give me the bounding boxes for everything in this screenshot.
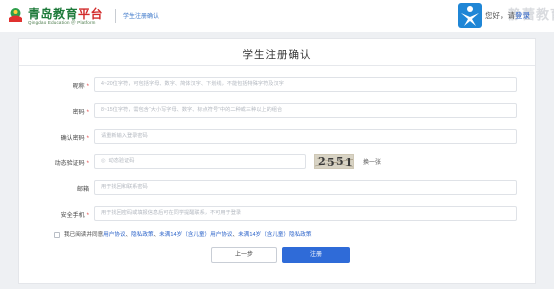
- login-prefix: 您好，请: [485, 11, 515, 20]
- required-mark: *: [86, 136, 89, 142]
- password-label-text: 密码: [72, 110, 85, 116]
- password-placeholder: 8~15位字符，需包含“大小写字母、数字、标点符号”中的二种或三种以上的组合: [101, 107, 283, 113]
- confirm-password-label-text: 确认密码: [60, 136, 85, 142]
- user-agreement-link[interactable]: 用户协议: [103, 232, 125, 238]
- email-label: 邮箱: [19, 184, 89, 193]
- phone-placeholder: 用于找回密码或填报信息后可在同学提醒联系，不可用于登录: [101, 210, 242, 216]
- login-link[interactable]: 登录: [515, 11, 530, 20]
- captcha-char: 5: [327, 156, 335, 169]
- title-divider: [19, 65, 535, 66]
- header-divider: [115, 9, 116, 23]
- top-header: 青岛教育平台 Qingdao Education ＠ Platform 学生注册…: [0, 0, 554, 32]
- email-label-text: 邮箱: [76, 187, 89, 193]
- agree-text: 我已阅读并同意: [64, 232, 104, 238]
- password-label: 密码 *: [19, 107, 89, 116]
- register-button[interactable]: 注册: [282, 247, 350, 263]
- nickname-placeholder: 4~20位字符，可包括字母、数字、简体汉字、下划线，不能包括特殊字符及汉字: [101, 81, 284, 87]
- register-card: 学生注册确认 昵称 * 4~20位字符，可包括字母、数字、简体汉字、下划线，不能包…: [18, 38, 536, 284]
- phone-label: 安全手机 *: [19, 210, 89, 219]
- nickname-input[interactable]: 4~20位字符，可包括字母、数字、简体汉字、下划线，不能包括特殊字符及汉字: [94, 77, 517, 92]
- brand-subtitle: Qingdao Education ＠ Platform: [28, 20, 96, 25]
- captcha-refresh-link[interactable]: 换一张: [363, 157, 381, 166]
- previous-step-button[interactable]: 上一步: [211, 247, 277, 263]
- confirm-password-label: 确认密码 *: [19, 133, 89, 142]
- shield-icon: ◎: [101, 158, 106, 164]
- brand-logo-icon: [9, 8, 22, 22]
- header-login-area: 您好，请登录: [485, 10, 530, 21]
- privacy-policy-link[interactable]: 隐私政策: [131, 232, 153, 238]
- agreement-row: 我已阅读并同意用户协议、隐私政策、未满14岁（含儿童）用户协议、未满14岁（含儿…: [54, 230, 312, 238]
- agree-checkbox[interactable]: [54, 231, 60, 238]
- phone-label-text: 安全手机: [60, 213, 85, 219]
- child-user-agreement-link[interactable]: 未满14岁（含儿童）用户协议: [159, 232, 232, 238]
- captcha-label: 动态验证码 *: [19, 158, 89, 167]
- captcha-label-text: 动态验证码: [54, 161, 85, 167]
- captcha-image[interactable]: 2 5 5 1: [314, 154, 354, 169]
- required-mark: *: [86, 161, 89, 167]
- email-input[interactable]: 用于找回和联系密码: [94, 180, 517, 195]
- nickname-label: 昵称 *: [19, 81, 89, 90]
- required-mark: *: [86, 213, 89, 219]
- captcha-char: 2: [318, 155, 326, 168]
- required-mark: *: [86, 110, 89, 116]
- phone-input[interactable]: 用于找回密码或填报信息后可在同学提醒联系，不可用于登录: [94, 206, 517, 221]
- brand-title-accent: 平台: [78, 7, 104, 21]
- confirm-password-placeholder: 请重新输入登录密码: [101, 133, 148, 139]
- header-page-name: 学生注册确认: [123, 14, 160, 20]
- password-input[interactable]: 8~15位字符，需包含“大小写字母、数字、标点符号”中的二种或三种以上的组合: [94, 103, 517, 118]
- nickname-label-text: 昵称: [72, 84, 85, 90]
- required-mark: *: [86, 84, 89, 90]
- child-privacy-policy-link[interactable]: 未满14岁（含儿童）隐私政策: [238, 232, 311, 238]
- email-placeholder: 用于找回和联系密码: [101, 184, 148, 190]
- brand-title-main: 青岛教育: [28, 7, 79, 21]
- partner-logo-icon: [458, 3, 482, 28]
- captcha-placeholder: 动态验证码: [108, 158, 135, 164]
- captcha-input[interactable]: ◎ 动态验证码: [94, 154, 306, 169]
- captcha-char: 5: [336, 155, 344, 168]
- confirm-password-input[interactable]: 请重新输入登录密码: [94, 129, 517, 144]
- page-title: 学生注册确认: [242, 49, 312, 61]
- captcha-char: 1: [345, 156, 353, 169]
